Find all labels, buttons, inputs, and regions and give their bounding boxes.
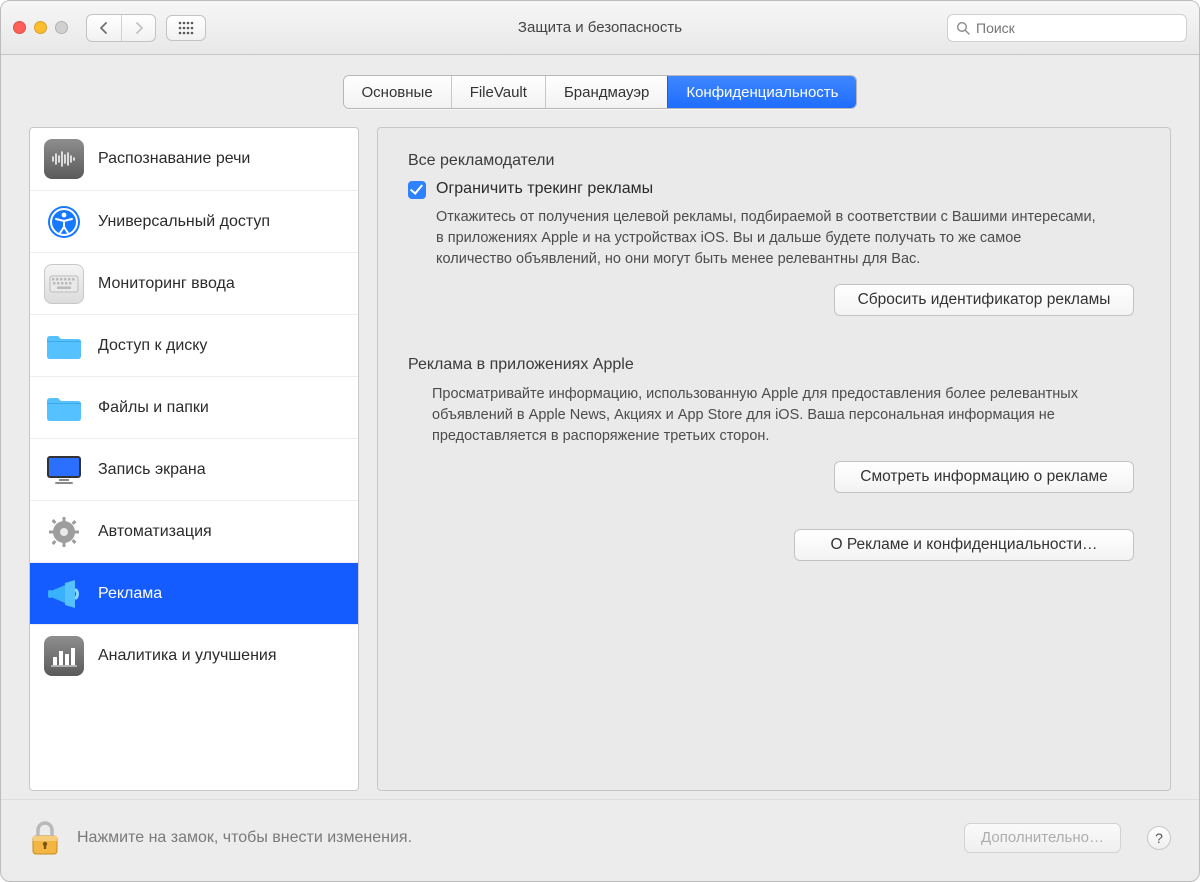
sidebar-item-screen-recording[interactable]: Запись экрана <box>30 438 358 500</box>
lock-icon <box>29 818 61 858</box>
tabs-wrap: Основные FileVault Брандмауэр Конфиденци… <box>1 55 1199 109</box>
sidebar-item-speech-recognition[interactable]: Распознавание речи <box>30 128 358 190</box>
footer: Нажмите на замок, чтобы внести изменения… <box>1 799 1199 881</box>
sidebar-item-label: Универсальный доступ <box>98 213 270 231</box>
megaphone-icon <box>44 574 84 614</box>
detail-pane: Все рекламодатели Ограничить трекинг рек… <box>377 127 1171 791</box>
view-ad-info-button[interactable]: Смотреть информацию о рекламе <box>834 461 1134 493</box>
folder-icon <box>44 388 84 428</box>
section-heading: Все рекламодатели <box>408 152 1140 170</box>
sidebar-item-accessibility[interactable]: Универсальный доступ <box>30 190 358 252</box>
chevron-right-icon <box>134 22 144 34</box>
sidebar-item-label: Автоматизация <box>98 523 212 541</box>
privacy-service-list[interactable]: Распознавание речи Универсальный доступ … <box>29 127 359 791</box>
sidebar-item-advertising[interactable]: Реклама <box>30 562 358 624</box>
tab-bar: Основные FileVault Брандмауэр Конфиденци… <box>343 75 858 109</box>
nav-buttons <box>86 14 156 42</box>
sidebar-item-files-and-folders[interactable]: Файлы и папки <box>30 376 358 438</box>
tab-firewall[interactable]: Брандмауэр <box>545 76 667 108</box>
reset-ad-identifier-button[interactable]: Сбросить идентификатор рекламы <box>834 284 1134 316</box>
minimize-window-button[interactable] <box>34 21 47 34</box>
chevron-left-icon <box>99 22 109 34</box>
section-heading: Реклама в приложениях Apple <box>408 356 1140 374</box>
tab-privacy[interactable]: Конфиденциальность <box>667 76 856 108</box>
sidebar-item-label: Доступ к диску <box>98 337 207 355</box>
display-icon <box>44 450 84 490</box>
limit-ad-tracking-checkbox[interactable] <box>408 181 426 199</box>
zoom-window-button[interactable] <box>55 21 68 34</box>
sidebar-item-label: Распознавание речи <box>98 150 250 168</box>
tab-filevault[interactable]: FileVault <box>451 76 545 108</box>
grid-icon <box>178 21 194 35</box>
lock-button[interactable] <box>29 818 61 858</box>
section-all-advertisers: Все рекламодатели Ограничить трекинг рек… <box>408 152 1140 316</box>
sidebar-item-automation[interactable]: Автоматизация <box>30 500 358 562</box>
search-input[interactable] <box>976 20 1178 36</box>
sidebar-item-label: Запись экрана <box>98 461 206 479</box>
sidebar-item-label: Мониторинг ввода <box>98 275 235 293</box>
limit-ad-tracking-label: Ограничить трекинг рекламы <box>436 180 653 198</box>
sidebar-item-label: Файлы и папки <box>98 399 209 417</box>
apple-ads-description: Просматривайте информацию, использованну… <box>432 384 1112 447</box>
close-window-button[interactable] <box>13 21 26 34</box>
advanced-button[interactable]: Дополнительно… <box>964 823 1121 853</box>
help-button[interactable]: ? <box>1147 826 1171 850</box>
folder-icon <box>44 326 84 366</box>
sidebar-item-analytics[interactable]: Аналитика и улучшения <box>30 624 358 686</box>
show-all-button[interactable] <box>166 15 206 41</box>
preferences-window: Защита и безопасность Основные FileVault… <box>0 0 1200 882</box>
window-controls <box>13 21 68 34</box>
sidebar-item-label: Аналитика и улучшения <box>98 647 277 665</box>
sidebar-item-input-monitoring[interactable]: Мониторинг ввода <box>30 252 358 314</box>
limit-ad-tracking-description: Откажитесь от получения целевой рекламы,… <box>436 207 1096 270</box>
search-icon <box>956 21 970 35</box>
sidebar-item-full-disk-access[interactable]: Доступ к диску <box>30 314 358 376</box>
section-apple-app-ads: Реклама в приложениях Apple Просматривай… <box>408 356 1140 493</box>
bar-chart-icon <box>44 636 84 676</box>
back-button[interactable] <box>87 15 121 41</box>
tab-general[interactable]: Основные <box>344 76 451 108</box>
search-field[interactable] <box>947 14 1187 42</box>
toolbar: Защита и безопасность <box>1 1 1199 55</box>
content: Распознавание речи Универсальный доступ … <box>1 109 1199 791</box>
accessibility-icon <box>44 202 84 242</box>
microphone-wave-icon <box>44 139 84 179</box>
lock-hint-text: Нажмите на замок, чтобы внести изменения… <box>77 829 412 847</box>
gear-icon <box>44 512 84 552</box>
sidebar-item-label: Реклама <box>98 585 162 603</box>
about-ads-privacy-button[interactable]: О Рекламе и конфиденциальности… <box>794 529 1134 561</box>
keyboard-icon <box>44 264 84 304</box>
forward-button[interactable] <box>121 15 155 41</box>
